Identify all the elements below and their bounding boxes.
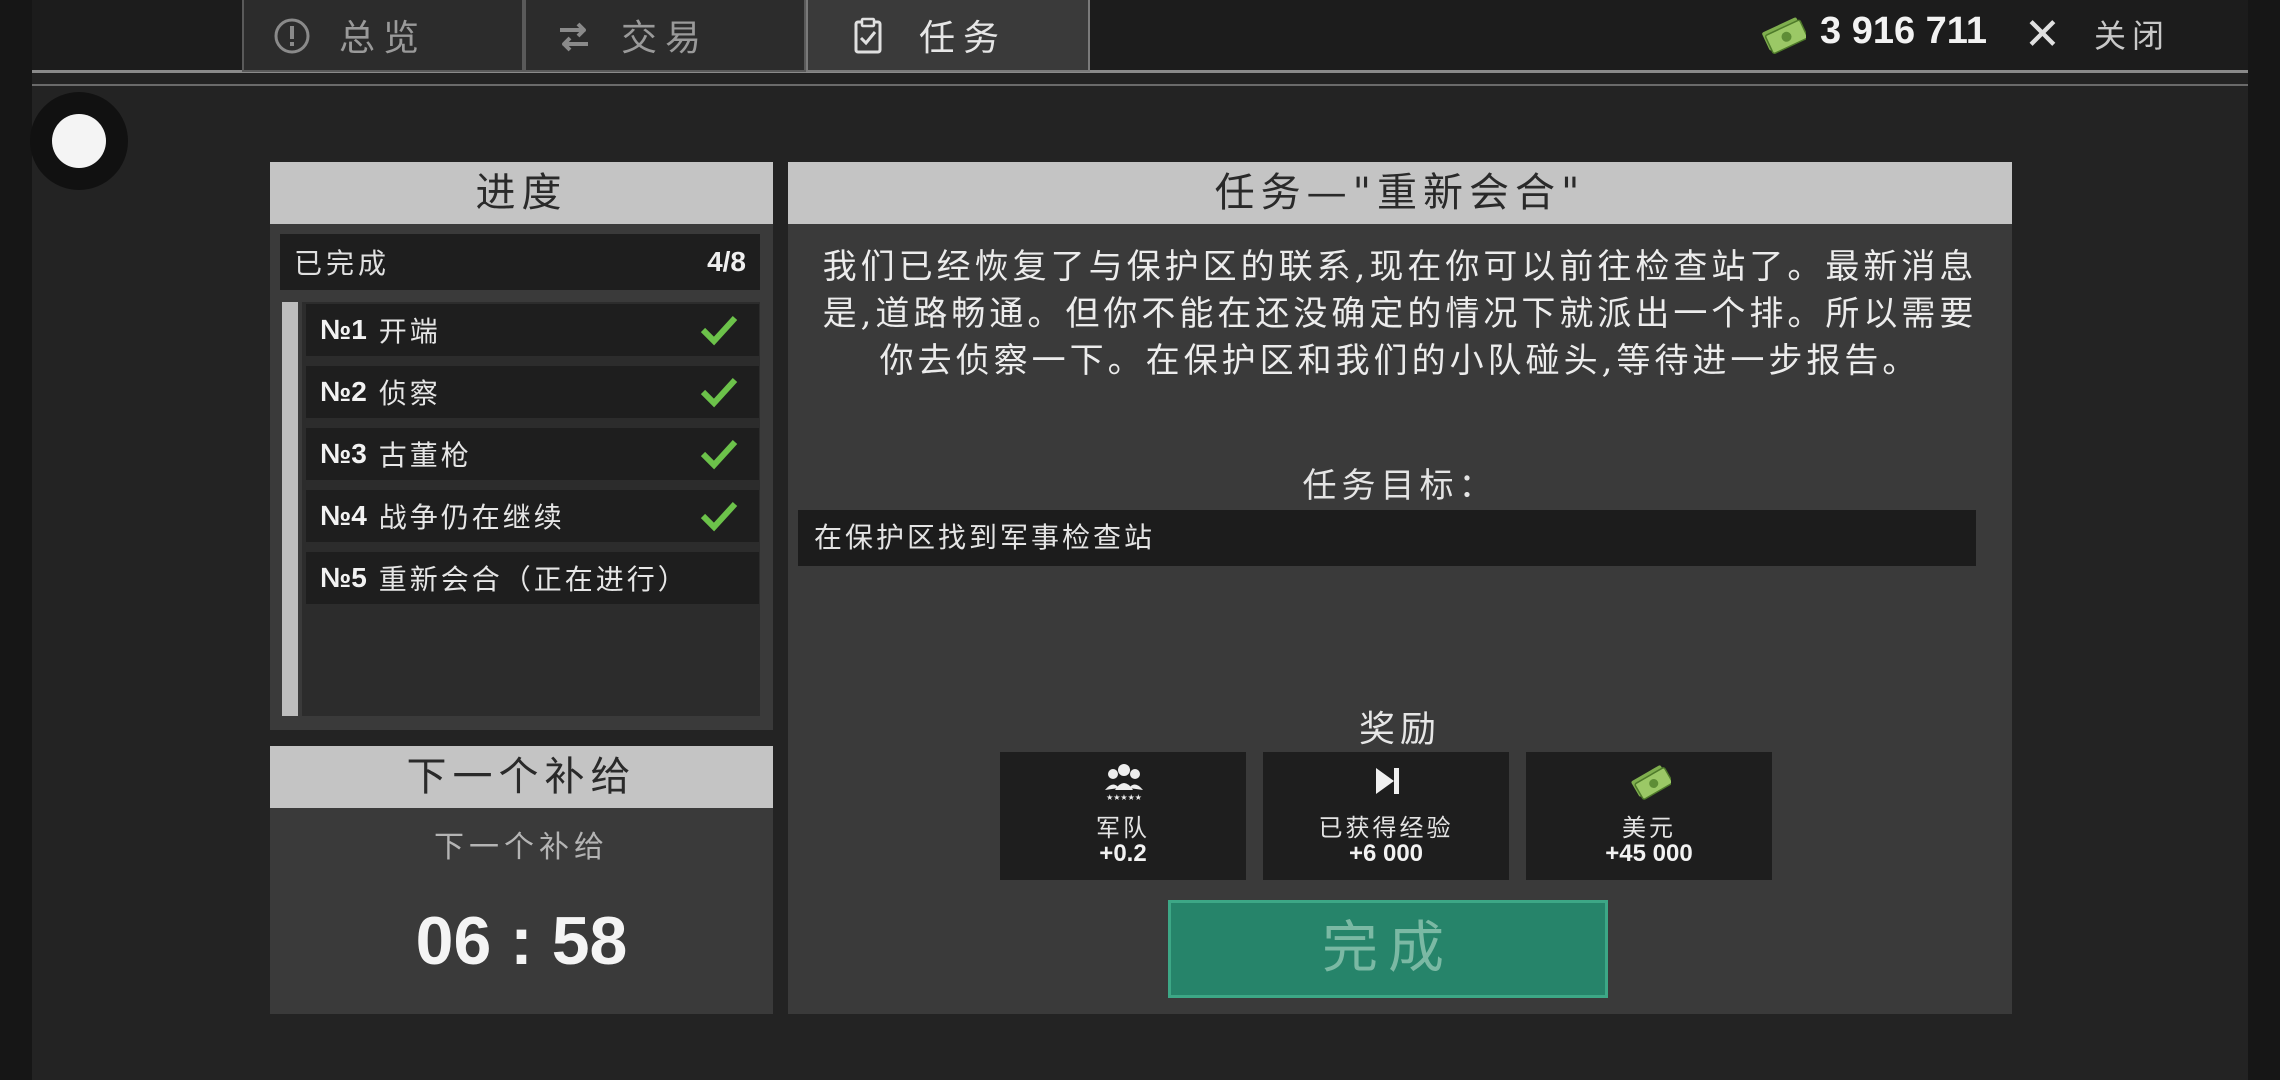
cash-icon [1762,17,1806,54]
mission-item-2[interactable]: №2 侦察 [306,366,759,418]
tab-overview[interactable]: 总览 [242,0,524,72]
tab-trade[interactable]: 交易 [524,0,806,72]
mission-list-scrollbar[interactable] [282,302,298,716]
svg-text:★★★★★: ★★★★★ [1106,793,1142,802]
reward-dollars: 美元 +45 000 [1526,752,1772,880]
mission-description: 我们已经恢复了与保护区的联系,现在你可以前往检查站了。最新消息是,道路畅通。但你… [822,247,1978,381]
top-divider-secondary [32,84,2248,86]
close-button[interactable]: ✕ 关闭 [2024,8,2170,60]
mission-name: 重新会合（正在进行） [378,563,689,596]
tab-overview-label: 总览 [338,18,427,59]
reward-label: 美元 [1622,814,1676,842]
tab-trade-label: 交易 [620,18,709,59]
troops-icon: ★★★★★ [1105,764,1143,802]
checkmark-icon [700,439,738,470]
tab-missions[interactable]: 任务 [806,0,1090,72]
mission-number: №4 [320,500,367,531]
supply-subtitle: 下一个补给 [434,830,609,865]
supply-countdown: 06 : 58 [415,903,628,979]
mission-name: 古董枪 [378,439,472,472]
mission-item-4[interactable]: №4 战争仍在继续 [306,490,759,542]
mission-number: №3 [320,438,367,469]
reward-value: +45 000 [1605,840,1693,867]
reward-label: 军队 [1096,814,1150,842]
supply-title: 下一个补给 [270,746,773,808]
reward-value: +0.2 [1099,840,1147,867]
tab-missions-label: 任务 [918,18,1007,59]
experience-icon [1376,768,1399,794]
reward-value: +6 000 [1348,840,1424,867]
mission-item-5[interactable]: №5 重新会合（正在进行） [306,552,759,604]
close-icon: ✕ [2024,8,2061,60]
reward-experience: 已获得经验 +6 000 [1263,752,1509,880]
checkmark-icon [700,501,738,532]
completed-count: 4/8 [707,246,746,277]
floating-assistive-button[interactable] [52,114,106,168]
mission-number: №1 [320,314,367,345]
mission-name: 侦察 [378,377,441,410]
mission-item-1[interactable]: №1 开端 [306,304,759,356]
rewards-title: 奖励 [1358,709,1441,750]
cash-icon [1631,765,1671,800]
objective-label: 任务目标： [1302,466,1498,506]
completed-label: 已完成 [294,247,391,280]
objective-text: 在保护区找到军事检查站 [798,510,1976,566]
reward-troops: ★★★★★ 军队 +0.2 [1000,752,1246,880]
checkmark-icon [700,377,738,408]
mission-name: 开端 [378,315,441,348]
mission-name: 战争仍在继续 [378,501,565,534]
mission-title: 任务—"重新会合" [788,162,2012,224]
complete-button[interactable]: 完成 [1168,900,1608,998]
completed-summary: 已完成 4/8 [280,234,760,290]
reward-label: 已获得经验 [1318,814,1454,842]
money-balance: 3 916 711 [1820,10,1987,52]
mission-item-3[interactable]: №3 古董枪 [306,428,759,480]
checkmark-icon [700,315,738,346]
close-label: 关闭 [2094,17,2171,55]
screen-bezel-right [2248,0,2280,1080]
mission-number: №2 [320,376,367,407]
progress-title: 进度 [270,162,773,224]
screen-bezel-left [0,0,32,1080]
mission-number: №5 [320,562,367,593]
